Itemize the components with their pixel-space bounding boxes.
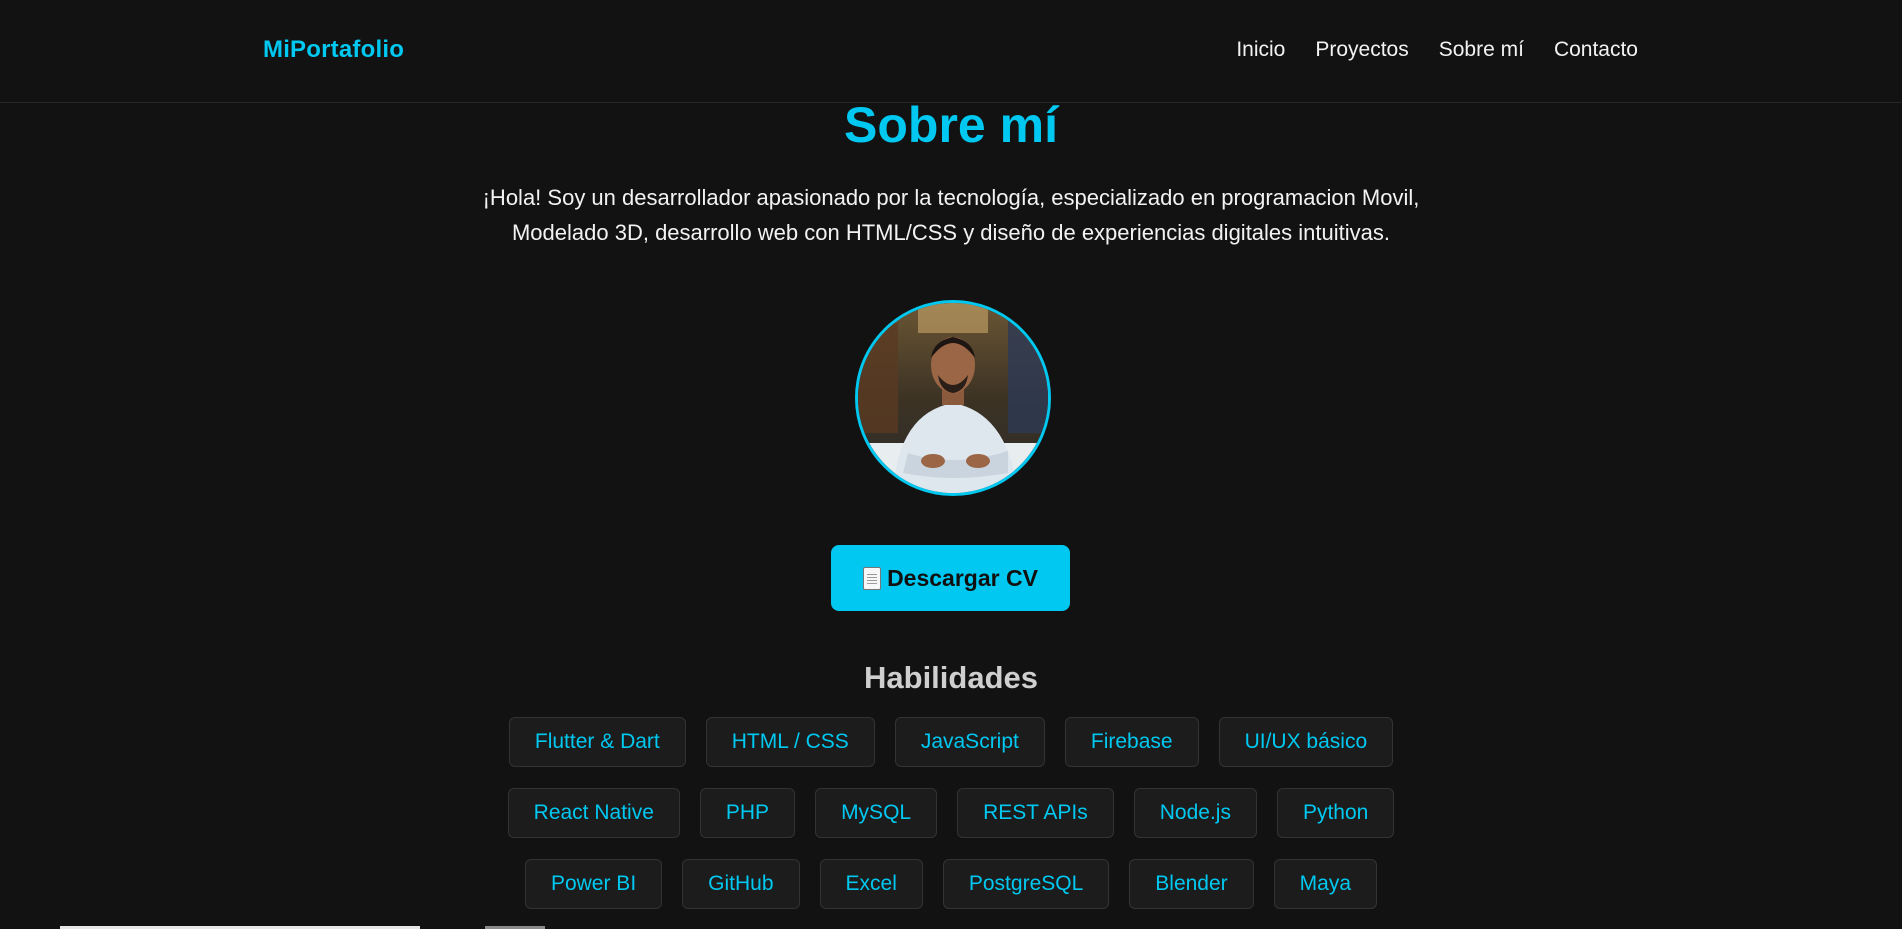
skills-row-1: Flutter & Dart HTML / CSS JavaScript Fir… xyxy=(0,717,1902,767)
nav-link-proyectos[interactable]: Proyectos xyxy=(1315,38,1408,62)
nav-link-sobre-mi[interactable]: Sobre mí xyxy=(1439,38,1524,62)
profile-avatar xyxy=(855,300,1051,496)
skill-tag[interactable]: Power BI xyxy=(524,859,663,909)
skills-row-2: React Native PHP MySQL REST APIs Node.js… xyxy=(0,788,1902,838)
skills-title: Habilidades xyxy=(864,660,1038,695)
brand-logo[interactable]: MiPortafolio xyxy=(263,36,404,64)
skill-tag[interactable]: MySQL xyxy=(815,788,938,838)
intro-paragraph: ¡Hola! Soy un desarrollador apasionado p… xyxy=(400,180,1502,250)
skill-tag[interactable]: Maya xyxy=(1273,859,1378,909)
nav-link-contacto[interactable]: Contacto xyxy=(1554,38,1638,62)
skill-tag[interactable]: Flutter & Dart xyxy=(508,717,686,767)
skill-tag[interactable]: UI/UX básico xyxy=(1218,717,1394,767)
skill-tag[interactable]: REST APIs xyxy=(957,788,1114,838)
skill-tag[interactable]: React Native xyxy=(507,788,680,838)
section-title: Sobre mí xyxy=(844,97,1058,153)
skills-row-3: Power BI GitHub Excel PostgreSQL Blender… xyxy=(0,859,1902,909)
document-icon xyxy=(863,566,882,590)
skill-tag[interactable]: Node.js xyxy=(1133,788,1257,838)
skill-tag[interactable]: PHP xyxy=(699,788,796,838)
skill-tag[interactable]: Python xyxy=(1276,788,1395,838)
skill-tag[interactable]: Firebase xyxy=(1064,717,1199,767)
intro-line-1: ¡Hola! Soy un desarrollador apasionado p… xyxy=(482,185,1420,210)
skill-tag[interactable]: HTML / CSS xyxy=(705,717,875,767)
skill-tag[interactable]: GitHub xyxy=(682,859,800,909)
skill-tag[interactable]: Blender xyxy=(1129,859,1254,909)
skill-tag[interactable]: Excel xyxy=(819,859,923,909)
navbar: MiPortafolio Inicio Proyectos Sobre mí C… xyxy=(0,0,1902,103)
intro-line-2: Modelado 3D, desarrollo web con HTML/CSS… xyxy=(511,220,1390,245)
download-cv-button[interactable]: Descargar CV xyxy=(831,545,1070,611)
nav-links: Inicio Proyectos Sobre mí Contacto xyxy=(1236,38,1638,62)
profile-photo xyxy=(858,303,1048,493)
skill-tag[interactable]: JavaScript xyxy=(894,717,1045,767)
download-cv-label: Descargar CV xyxy=(887,564,1038,591)
skill-tag[interactable]: PostgreSQL xyxy=(942,859,1110,909)
nav-link-inicio[interactable]: Inicio xyxy=(1236,38,1285,62)
